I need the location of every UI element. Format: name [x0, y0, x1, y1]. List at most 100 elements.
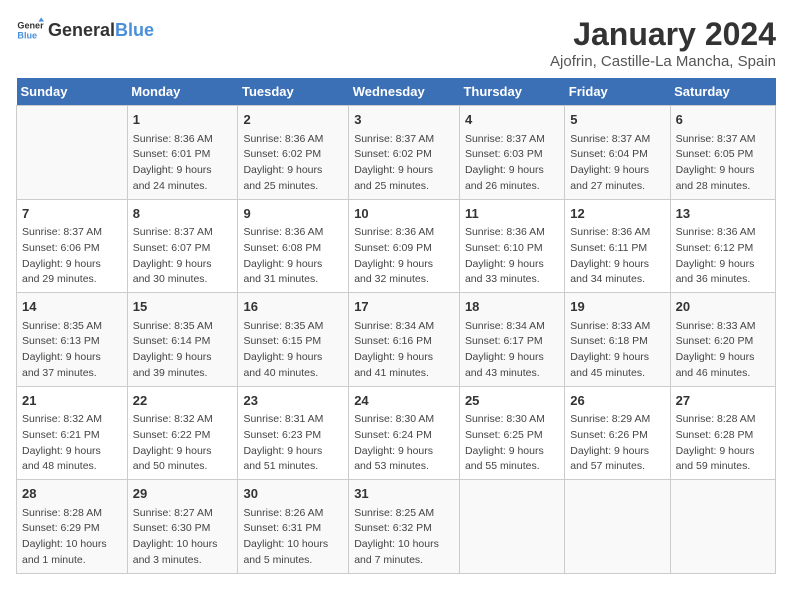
cell-line: Sunset: 6:24 PM: [354, 428, 454, 444]
cell-line: Sunrise: 8:29 AM: [570, 412, 664, 428]
calendar-cell: 24Sunrise: 8:30 AMSunset: 6:24 PMDayligh…: [349, 386, 460, 480]
cell-line: Sunset: 6:30 PM: [133, 521, 233, 537]
cell-line: Sunrise: 8:28 AM: [676, 412, 770, 428]
cell-line: Sunrise: 8:30 AM: [354, 412, 454, 428]
calendar-cell: 18Sunrise: 8:34 AMSunset: 6:17 PMDayligh…: [459, 293, 564, 387]
logo: General Blue General Blue: [16, 16, 154, 44]
cell-line: Daylight: 9 hours: [243, 163, 343, 179]
cell-line: Daylight: 9 hours: [570, 350, 664, 366]
cell-line: and 43 minutes.: [465, 366, 559, 382]
calendar-cell: 9Sunrise: 8:36 AMSunset: 6:08 PMDaylight…: [238, 199, 349, 293]
day-number: 10: [354, 204, 454, 224]
cell-line: Sunset: 6:25 PM: [465, 428, 559, 444]
cell-line: Daylight: 10 hours: [354, 537, 454, 553]
calendar-cell: 7Sunrise: 8:37 AMSunset: 6:06 PMDaylight…: [17, 199, 128, 293]
cell-line: and 53 minutes.: [354, 459, 454, 475]
cell-line: Sunrise: 8:27 AM: [133, 506, 233, 522]
column-header-wednesday: Wednesday: [349, 78, 460, 106]
cell-line: Sunrise: 8:35 AM: [243, 319, 343, 335]
cell-line: Sunset: 6:05 PM: [676, 147, 770, 163]
cell-line: Sunrise: 8:32 AM: [22, 412, 122, 428]
cell-line: Daylight: 9 hours: [354, 444, 454, 460]
cell-content: Sunrise: 8:36 AMSunset: 6:01 PMDaylight:…: [133, 132, 233, 195]
cell-line: Sunset: 6:03 PM: [465, 147, 559, 163]
cell-line: Sunset: 6:07 PM: [133, 241, 233, 257]
week-row-3: 21Sunrise: 8:32 AMSunset: 6:21 PMDayligh…: [17, 386, 776, 480]
cell-line: Sunset: 6:02 PM: [243, 147, 343, 163]
cell-content: Sunrise: 8:36 AMSunset: 6:02 PMDaylight:…: [243, 132, 343, 195]
calendar-cell: 29Sunrise: 8:27 AMSunset: 6:30 PMDayligh…: [127, 480, 238, 574]
cell-content: Sunrise: 8:35 AMSunset: 6:13 PMDaylight:…: [22, 319, 122, 382]
cell-line: Sunrise: 8:36 AM: [570, 225, 664, 241]
cell-line: Sunset: 6:28 PM: [676, 428, 770, 444]
cell-content: Sunrise: 8:36 AMSunset: 6:11 PMDaylight:…: [570, 225, 664, 288]
cell-line: Sunrise: 8:28 AM: [22, 506, 122, 522]
calendar-cell: 31Sunrise: 8:25 AMSunset: 6:32 PMDayligh…: [349, 480, 460, 574]
cell-line: Sunrise: 8:37 AM: [570, 132, 664, 148]
cell-content: Sunrise: 8:32 AMSunset: 6:21 PMDaylight:…: [22, 412, 122, 475]
cell-content: Sunrise: 8:33 AMSunset: 6:20 PMDaylight:…: [676, 319, 770, 382]
cell-line: Daylight: 10 hours: [133, 537, 233, 553]
cell-line: Sunrise: 8:37 AM: [465, 132, 559, 148]
cell-line: and 30 minutes.: [133, 272, 233, 288]
cell-content: Sunrise: 8:34 AMSunset: 6:17 PMDaylight:…: [465, 319, 559, 382]
logo-general-text: General: [48, 20, 115, 41]
cell-line: Daylight: 9 hours: [676, 257, 770, 273]
calendar-cell: [670, 480, 775, 574]
cell-line: Daylight: 9 hours: [133, 350, 233, 366]
cell-line: Sunset: 6:12 PM: [676, 241, 770, 257]
day-number: 4: [465, 110, 559, 130]
day-number: 16: [243, 297, 343, 317]
calendar-cell: 8Sunrise: 8:37 AMSunset: 6:07 PMDaylight…: [127, 199, 238, 293]
cell-line: and 51 minutes.: [243, 459, 343, 475]
calendar-cell: 17Sunrise: 8:34 AMSunset: 6:16 PMDayligh…: [349, 293, 460, 387]
cell-line: and 55 minutes.: [465, 459, 559, 475]
day-number: 27: [676, 391, 770, 411]
cell-content: Sunrise: 8:36 AMSunset: 6:08 PMDaylight:…: [243, 225, 343, 288]
svg-text:General: General: [17, 21, 44, 31]
column-header-friday: Friday: [565, 78, 670, 106]
cell-content: Sunrise: 8:25 AMSunset: 6:32 PMDaylight:…: [354, 506, 454, 569]
cell-line: and 24 minutes.: [133, 179, 233, 195]
day-number: 1: [133, 110, 233, 130]
cell-line: Daylight: 9 hours: [570, 444, 664, 460]
cell-content: Sunrise: 8:30 AMSunset: 6:24 PMDaylight:…: [354, 412, 454, 475]
day-number: 11: [465, 204, 559, 224]
calendar-cell: [459, 480, 564, 574]
calendar-cell: 5Sunrise: 8:37 AMSunset: 6:04 PMDaylight…: [565, 106, 670, 200]
calendar-cell: 10Sunrise: 8:36 AMSunset: 6:09 PMDayligh…: [349, 199, 460, 293]
title-area: January 2024 Ajofrin, Castille-La Mancha…: [550, 16, 776, 70]
day-number: 14: [22, 297, 122, 317]
cell-line: Sunrise: 8:33 AM: [570, 319, 664, 335]
calendar-cell: [565, 480, 670, 574]
cell-content: Sunrise: 8:31 AMSunset: 6:23 PMDaylight:…: [243, 412, 343, 475]
calendar-cell: 20Sunrise: 8:33 AMSunset: 6:20 PMDayligh…: [670, 293, 775, 387]
main-title: January 2024: [550, 16, 776, 53]
cell-content: Sunrise: 8:36 AMSunset: 6:12 PMDaylight:…: [676, 225, 770, 288]
cell-line: Daylight: 9 hours: [465, 350, 559, 366]
week-row-0: 1Sunrise: 8:36 AMSunset: 6:01 PMDaylight…: [17, 106, 776, 200]
cell-line: and 37 minutes.: [22, 366, 122, 382]
cell-line: Sunset: 6:20 PM: [676, 334, 770, 350]
calendar-cell: 1Sunrise: 8:36 AMSunset: 6:01 PMDaylight…: [127, 106, 238, 200]
cell-content: Sunrise: 8:26 AMSunset: 6:31 PMDaylight:…: [243, 506, 343, 569]
calendar-cell: 21Sunrise: 8:32 AMSunset: 6:21 PMDayligh…: [17, 386, 128, 480]
cell-line: Sunset: 6:04 PM: [570, 147, 664, 163]
cell-line: Sunrise: 8:36 AM: [243, 132, 343, 148]
cell-line: and 31 minutes.: [243, 272, 343, 288]
cell-content: Sunrise: 8:34 AMSunset: 6:16 PMDaylight:…: [354, 319, 454, 382]
day-number: 5: [570, 110, 664, 130]
cell-line: Daylight: 9 hours: [243, 350, 343, 366]
cell-line: Sunset: 6:29 PM: [22, 521, 122, 537]
cell-line: Daylight: 10 hours: [243, 537, 343, 553]
cell-content: Sunrise: 8:35 AMSunset: 6:15 PMDaylight:…: [243, 319, 343, 382]
cell-content: Sunrise: 8:32 AMSunset: 6:22 PMDaylight:…: [133, 412, 233, 475]
cell-line: Daylight: 9 hours: [676, 163, 770, 179]
cell-line: Daylight: 9 hours: [465, 163, 559, 179]
cell-line: and 29 minutes.: [22, 272, 122, 288]
cell-line: Daylight: 9 hours: [676, 350, 770, 366]
day-number: 28: [22, 484, 122, 504]
cell-line: Daylight: 9 hours: [465, 257, 559, 273]
cell-line: Sunset: 6:13 PM: [22, 334, 122, 350]
cell-content: Sunrise: 8:37 AMSunset: 6:04 PMDaylight:…: [570, 132, 664, 195]
